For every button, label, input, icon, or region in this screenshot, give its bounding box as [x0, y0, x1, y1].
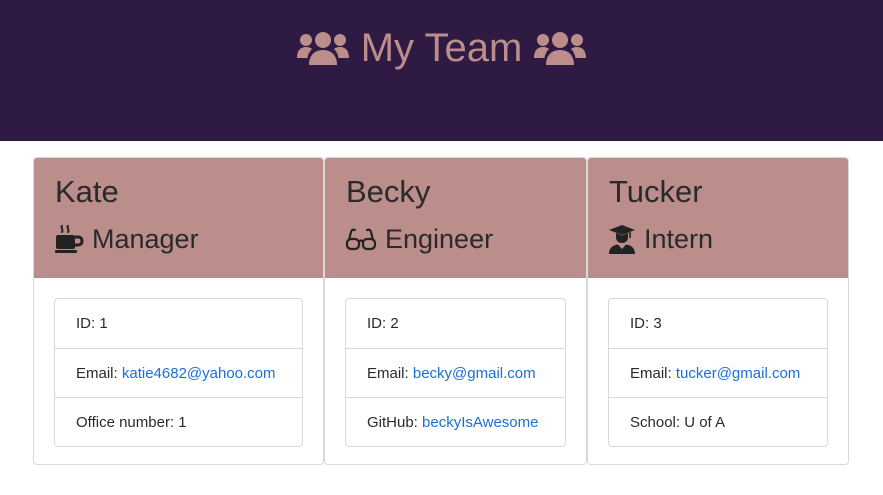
employee-office-number: Office number: 1	[55, 397, 302, 446]
employee-card-intern: Tucker Intern ID: 3 Email: tucker@gmail.…	[587, 157, 849, 465]
email-link[interactable]: katie4682@yahoo.com	[122, 365, 276, 382]
employee-github: GitHub: beckyIsAwesome	[346, 397, 565, 446]
email-link[interactable]: becky@gmail.com	[413, 365, 536, 382]
graduate-icon	[608, 224, 636, 254]
id-value: 2	[390, 315, 399, 332]
users-icon	[296, 31, 349, 65]
employee-role: Intern	[608, 220, 713, 258]
role-label: Manager	[92, 223, 199, 254]
mug-icon	[54, 224, 84, 254]
page-title-text: My Team	[360, 25, 523, 70]
users-icon	[534, 31, 587, 65]
id-label: ID:	[76, 315, 96, 332]
employee-school: School: U of A	[609, 397, 827, 446]
employee-details: ID: 3 Email: tucker@gmail.com School: U …	[608, 298, 828, 447]
employee-role: Engineer	[345, 220, 493, 258]
page-header: My Team	[0, 0, 883, 141]
email-label: Email:	[367, 364, 409, 382]
email-label: Email:	[630, 364, 672, 382]
employee-email: Email: tucker@gmail.com	[609, 348, 827, 397]
office-number-value: 1	[178, 413, 187, 431]
employee-name: Tucker	[609, 174, 703, 209]
github-link[interactable]: beckyIsAwesome	[422, 414, 538, 431]
employee-card-manager: Kate Manager ID: 1 Email: katie4682@yaho…	[33, 157, 324, 465]
employee-role: Manager	[54, 220, 199, 258]
employee-email: Email: katie4682@yahoo.com	[55, 348, 302, 397]
github-label: GitHub:	[367, 413, 418, 431]
email-link[interactable]: tucker@gmail.com	[676, 365, 800, 382]
role-label: Engineer	[385, 223, 494, 254]
employee-id: ID: 3	[609, 299, 827, 348]
page-title: My Team	[0, 22, 883, 74]
id-value: 3	[653, 315, 662, 332]
id-label: ID:	[630, 315, 650, 332]
card-header: Becky Engineer	[325, 158, 586, 278]
employee-name: Becky	[346, 174, 431, 209]
employee-email: Email: becky@gmail.com	[346, 348, 565, 397]
email-label: Email:	[76, 364, 118, 382]
role-label: Intern	[644, 223, 714, 254]
employee-card-engineer: Becky Engineer ID: 2 Email: becky@gmail.…	[324, 157, 587, 465]
card-header: Tucker Intern	[588, 158, 848, 278]
employee-id: ID: 2	[346, 299, 565, 348]
employee-name: Kate	[55, 174, 119, 209]
glasses-icon	[345, 224, 377, 254]
card-header: Kate Manager	[34, 158, 323, 278]
employee-details: ID: 1 Email: katie4682@yahoo.com Office …	[54, 298, 303, 447]
id-value: 1	[99, 315, 108, 332]
employee-id: ID: 1	[55, 299, 302, 348]
school-value: U of A	[684, 413, 726, 431]
id-label: ID:	[367, 315, 387, 332]
office-number-label: Office number:	[76, 413, 175, 431]
employee-details: ID: 2 Email: becky@gmail.com GitHub: bec…	[345, 298, 566, 447]
school-label: School:	[630, 413, 681, 431]
